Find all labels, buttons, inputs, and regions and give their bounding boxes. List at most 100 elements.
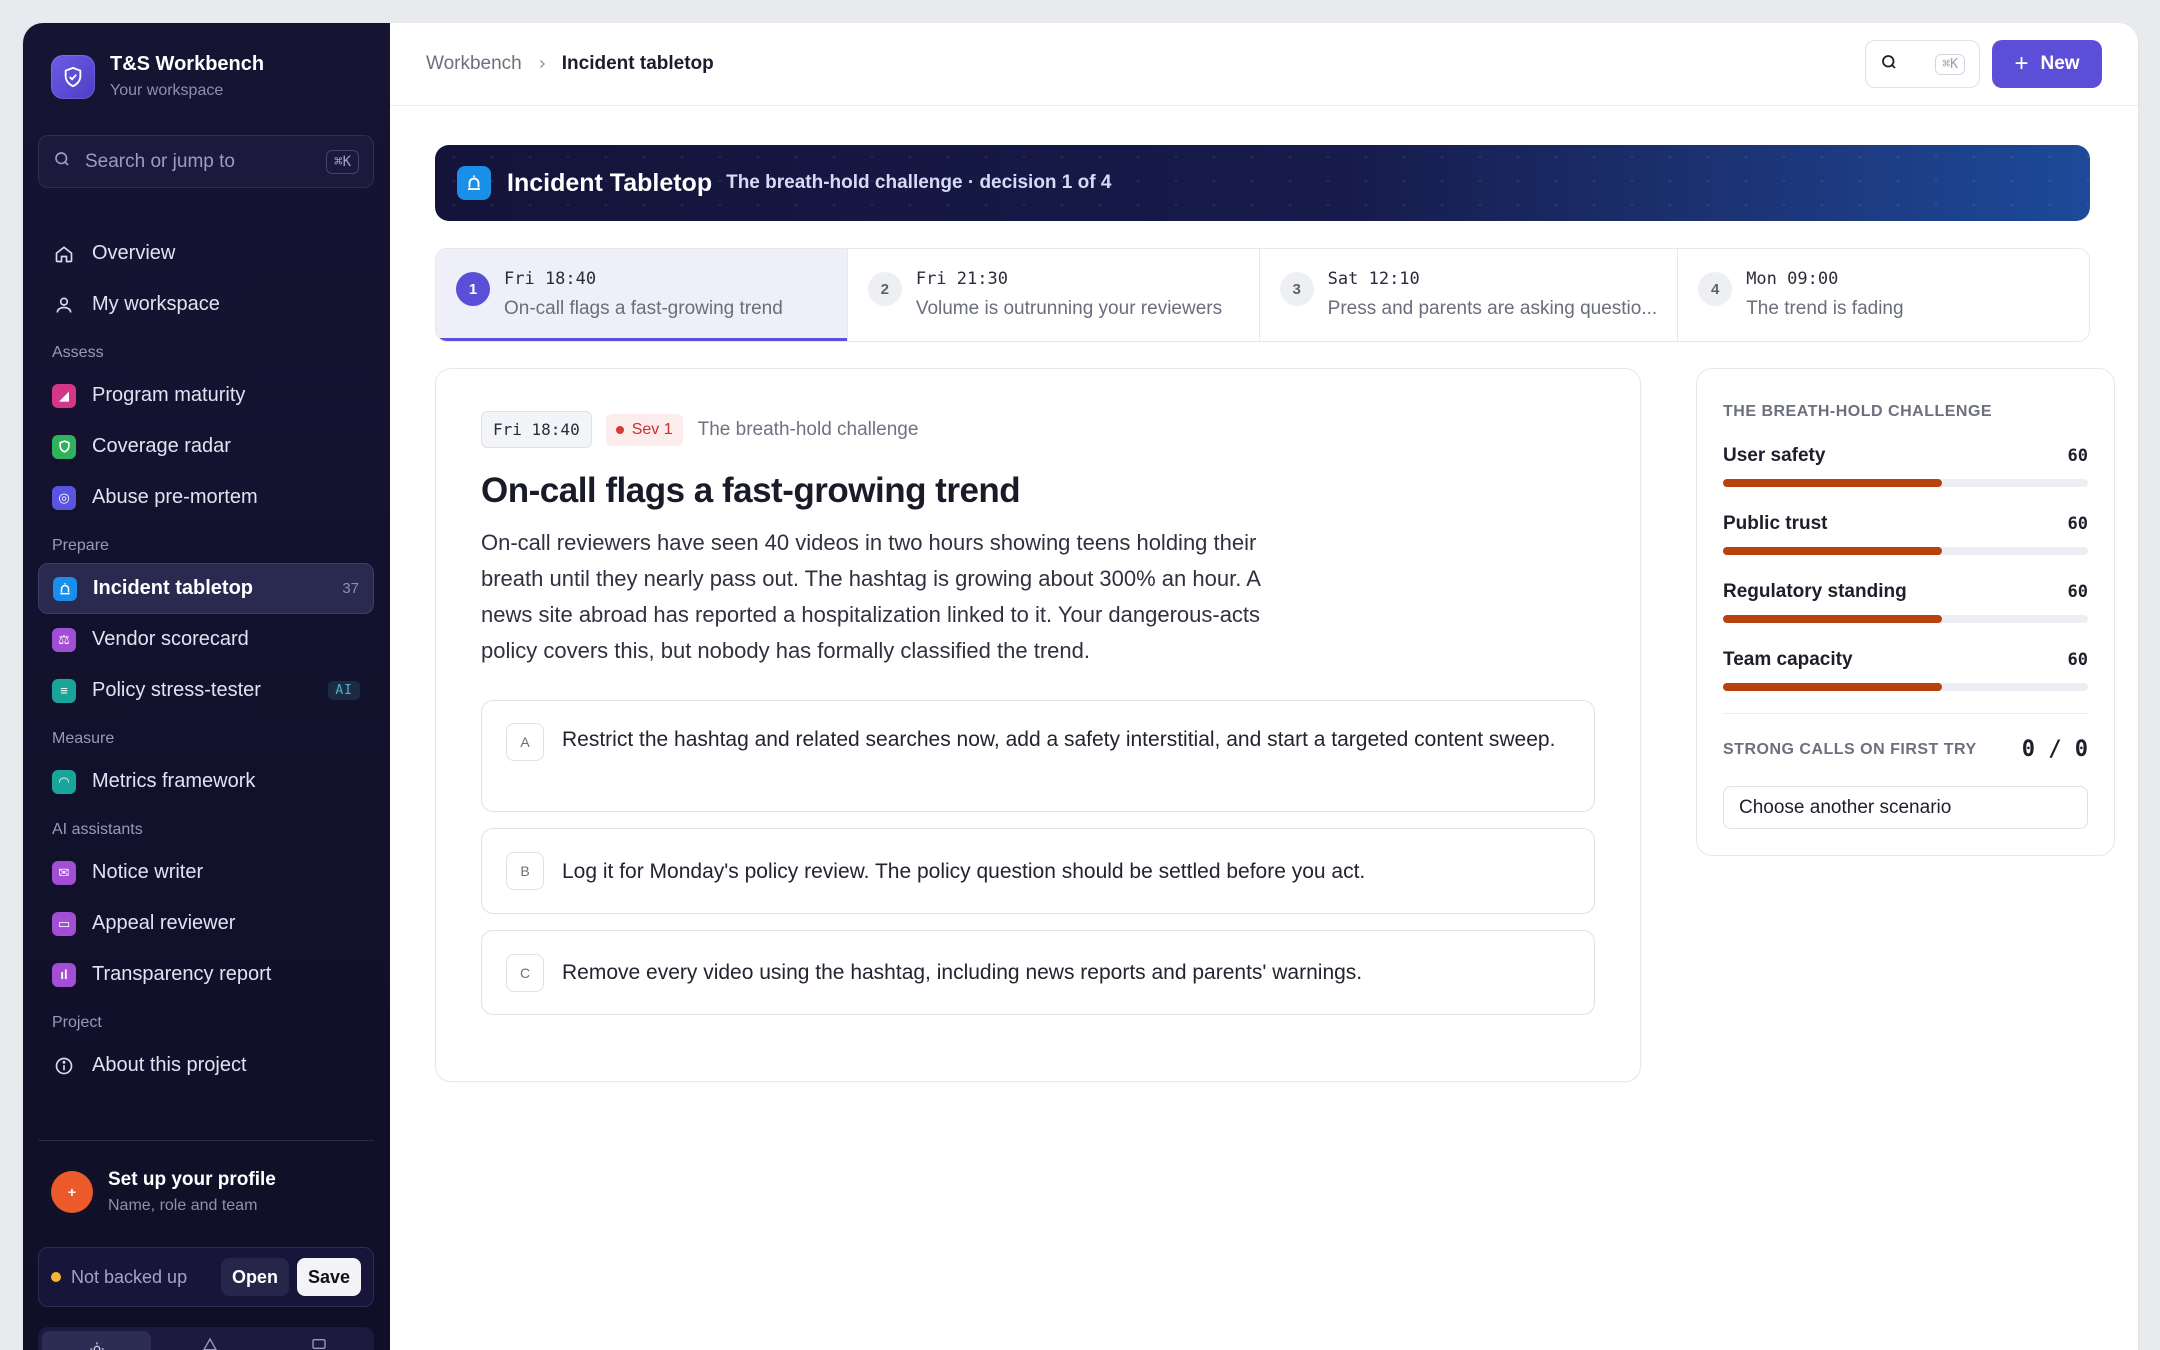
step-tab-1[interactable]: 1 Fri 18:40 On-call flags a fast-growing… (436, 249, 848, 341)
metric-bar (1723, 615, 2088, 623)
gauge-icon: ◠ (52, 769, 76, 794)
sidebar-item-abuse-pre-mortem[interactable]: ◎ Abuse pre-mortem (38, 472, 374, 523)
step-title: The trend is fading (1746, 298, 1904, 319)
metric-bar (1723, 683, 2088, 691)
brand[interactable]: T&S Workbench Your workspace (51, 53, 264, 100)
sidebar-item-label: My workspace (92, 293, 220, 315)
brand-subtitle: Your workspace (110, 82, 224, 99)
step-time: Fri 21:30 (915, 269, 1008, 289)
backup-panel: Not backed up Open Save (38, 1247, 374, 1307)
theme-switcher (38, 1327, 374, 1350)
sidebar-item-label: Coverage radar (92, 435, 231, 457)
decision-title: On-call flags a fast-growing trend (481, 471, 1021, 510)
option-a[interactable]: A Restrict the hashtag and related searc… (481, 700, 1595, 812)
profile-setup[interactable]: + Set up your profile Name, role and tea… (51, 1169, 276, 1215)
breadcrumb-current: Incident tabletop (561, 53, 714, 74)
strong-calls-label: STRONG CALLS ON FIRST TRY (1723, 740, 1977, 758)
save-button[interactable]: Save (296, 1258, 361, 1296)
step-tab-4[interactable]: 4 Mon 09:00 The trend is fading (1678, 249, 2089, 341)
option-text: Remove every video using the hashtag, in… (562, 961, 1363, 984)
target-icon: ◎ (52, 485, 76, 510)
metric-bar-fill (1723, 479, 1942, 487)
sidebar-item-overview[interactable]: Overview (38, 228, 374, 279)
main-content: Workbench Incident tabletop ⌘K + New Inc… (390, 23, 2138, 1350)
avatar: + (51, 1171, 93, 1213)
home-icon (52, 242, 76, 266)
search-button[interactable]: ⌘K (1865, 40, 1980, 88)
banner-title: Incident Tabletop (507, 168, 713, 197)
metric-user-safety: User safety 60 (1723, 445, 2088, 487)
time-chip: Fri 18:40 (481, 411, 592, 448)
sidebar-item-appeal-reviewer[interactable]: ▭ Appeal reviewer (38, 898, 374, 949)
step-title: Volume is outrunning your reviewers (915, 298, 1223, 319)
choose-scenario-button[interactable]: Choose another scenario (1723, 786, 2088, 829)
sidebar-item-metrics-framework[interactable]: ◠ Metrics framework (38, 756, 374, 807)
shield-icon (52, 434, 76, 459)
step-tab-2[interactable]: 2 Fri 21:30 Volume is outrunning your re… (848, 249, 1260, 341)
new-button[interactable]: + New (1992, 40, 2102, 88)
shortcut-hint: ⌘K (1935, 53, 1965, 75)
sidebar-search-placeholder: Search or jump to (85, 150, 235, 172)
sidebar-item-program-maturity[interactable]: ◢ Program maturity (38, 370, 374, 421)
sidebar-item-policy-stress-tester[interactable]: ≡ Policy stress-tester AI (38, 665, 374, 716)
sidebar-item-label: Metrics framework (92, 770, 256, 792)
shortcut-hint: ⌘K (326, 149, 359, 174)
sidebar-item-label: Program maturity (92, 384, 246, 406)
metric-regulatory-standing: Regulatory standing 60 (1723, 581, 2088, 623)
contrast-icon[interactable] (155, 1327, 264, 1350)
option-key: C (506, 953, 544, 992)
metric-value: 60 (2067, 650, 2088, 670)
divider (38, 1140, 374, 1141)
step-tab-3[interactable]: 3 Sat 12:10 Press and parents are asking… (1260, 249, 1679, 341)
metric-public-trust: Public trust 60 (1723, 513, 2088, 555)
sidebar-item-notice-writer[interactable]: ✉ Notice writer (38, 847, 374, 898)
sidebar: T&S Workbench Your workspace Search or j… (23, 23, 390, 1350)
sidebar-item-label: Abuse pre-mortem (92, 486, 258, 508)
sidebar-item-label: Transparency report (92, 963, 272, 985)
breadcrumb-root[interactable]: Workbench (426, 53, 522, 75)
sidebar-item-label: Appeal reviewer (92, 912, 236, 934)
option-c[interactable]: C Remove every video using the hashtag, … (481, 930, 1595, 1015)
user-icon (52, 293, 76, 317)
sidebar-item-transparency-report[interactable]: ıl Transparency report (38, 949, 374, 1000)
sun-icon[interactable] (42, 1331, 152, 1350)
siren-icon (53, 576, 77, 601)
severity-badge: Sev 1 (605, 413, 683, 446)
brand-title: T&S Workbench (110, 53, 265, 75)
section-label-assess: Assess (52, 344, 104, 361)
step-time: Sat 12:10 (1327, 269, 1420, 289)
option-b[interactable]: B Log it for Monday's policy review. The… (481, 828, 1595, 914)
info-icon (52, 1054, 76, 1078)
section-label-prepare: Prepare (52, 537, 109, 554)
sidebar-item-my-workspace[interactable]: My workspace (38, 279, 374, 330)
sidebar-nav: Overview My workspace Assess ◢ Program m… (38, 228, 374, 1091)
sidebar-search[interactable]: Search or jump to ⌘K (38, 135, 374, 188)
banner-subtitle: The breath-hold challenge · decision 1 o… (726, 172, 1112, 193)
divider (1723, 713, 2088, 714)
metric-bar (1723, 547, 2088, 555)
monitor-icon[interactable] (265, 1327, 374, 1350)
chat-icon: ▭ (52, 911, 76, 936)
scenario-name: The breath-hold challenge (697, 418, 919, 440)
open-button[interactable]: Open (220, 1258, 289, 1296)
plus-icon: + (2014, 50, 2029, 77)
section-label-ai-assistants: AI assistants (52, 821, 143, 838)
scale-icon: ⚖ (52, 627, 76, 652)
search-icon (53, 150, 71, 173)
section-label-measure: Measure (52, 730, 115, 747)
sidebar-item-label: Notice writer (92, 861, 204, 883)
metric-label: Public trust (1723, 513, 1828, 534)
ai-badge: AI (328, 681, 360, 700)
severity-label: Sev 1 (631, 420, 673, 438)
siren-icon (457, 166, 491, 200)
sidebar-item-about[interactable]: About this project (38, 1040, 374, 1091)
step-time: Mon 09:00 (1746, 269, 1839, 289)
sidebar-item-vendor-scorecard[interactable]: ⚖ Vendor scorecard (38, 614, 374, 665)
sidebar-item-coverage-radar[interactable]: Coverage radar (38, 421, 374, 472)
sidebar-item-incident-tabletop[interactable]: Incident tabletop 37 (38, 563, 374, 614)
status-dot (51, 1272, 61, 1282)
metric-value: 60 (2067, 446, 2088, 466)
step-time: Fri 18:40 (504, 269, 597, 289)
step-title: Press and parents are asking questio... (1327, 298, 1658, 319)
bar-chart-icon: ıl (52, 962, 76, 987)
